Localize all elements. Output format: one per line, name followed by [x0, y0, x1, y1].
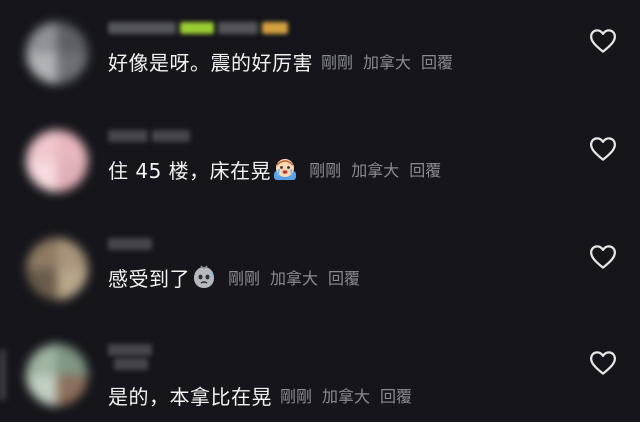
- username-blurred[interactable]: [108, 340, 288, 370]
- comment-content: 好像是呀。震的好厉害: [108, 50, 313, 75]
- comment-text-row: 住 45 楼，床在晃 剛剛 加拿大 回覆: [108, 154, 441, 184]
- crying-face-emoji: [274, 159, 297, 180]
- comment-location: 加拿大: [270, 269, 319, 288]
- comment-content: 感受到了: [108, 266, 190, 291]
- comment-location: 加拿大: [351, 161, 400, 180]
- sweat-face-emoji: [194, 265, 214, 288]
- reply-button[interactable]: 回覆: [421, 49, 453, 73]
- comment-text-row: 感受到了 剛剛 加拿大 回覆: [108, 262, 360, 292]
- comment-location: 加拿大: [363, 53, 412, 72]
- comment-time: 剛剛: [309, 161, 342, 180]
- comment-text-row: 是的，本拿比在晃 剛剛 加拿大 回覆: [108, 380, 412, 410]
- comment-time: 剛剛: [280, 387, 313, 406]
- comment-item: 住 45 楼，床在晃 剛剛 加拿大 回覆: [0, 108, 640, 214]
- avatar[interactable]: [26, 22, 88, 84]
- scroll-edge-shadow: [0, 350, 8, 400]
- avatar[interactable]: [26, 130, 88, 192]
- reply-button[interactable]: 回覆: [328, 265, 360, 289]
- username-blurred[interactable]: [108, 18, 288, 36]
- avatar[interactable]: [26, 344, 88, 406]
- comment-item: 是的，本拿比在晃 剛剛 加拿大 回覆: [0, 322, 640, 422]
- comment-item: 感受到了 剛剛 加拿大 回覆: [0, 216, 640, 322]
- comment-feed: 好像是呀。震的好厉害 剛剛 加拿大 回覆 住 45 楼，床在晃 剛剛 加拿大 回…: [0, 0, 640, 422]
- reply-button[interactable]: 回覆: [380, 383, 412, 407]
- username-blurred[interactable]: [108, 126, 288, 144]
- reply-button[interactable]: 回覆: [409, 157, 441, 181]
- comment-content: 是的，本拿比在晃: [108, 384, 272, 409]
- username-blurred[interactable]: [108, 234, 288, 252]
- heart-outline-icon[interactable]: [588, 134, 618, 164]
- comment-text-row: 好像是呀。震的好厉害 剛剛 加拿大 回覆: [108, 46, 453, 76]
- comment-time: 剛剛: [321, 53, 354, 72]
- heart-outline-icon[interactable]: [588, 348, 618, 378]
- comment-time: 剛剛: [228, 269, 261, 288]
- avatar[interactable]: [26, 238, 88, 300]
- comment-content: 住 45 楼，床在晃: [108, 158, 272, 183]
- comment-location: 加拿大: [322, 387, 371, 406]
- comment-item: 好像是呀。震的好厉害 剛剛 加拿大 回覆: [0, 0, 640, 106]
- heart-outline-icon[interactable]: [588, 26, 618, 56]
- heart-outline-icon[interactable]: [588, 242, 618, 272]
